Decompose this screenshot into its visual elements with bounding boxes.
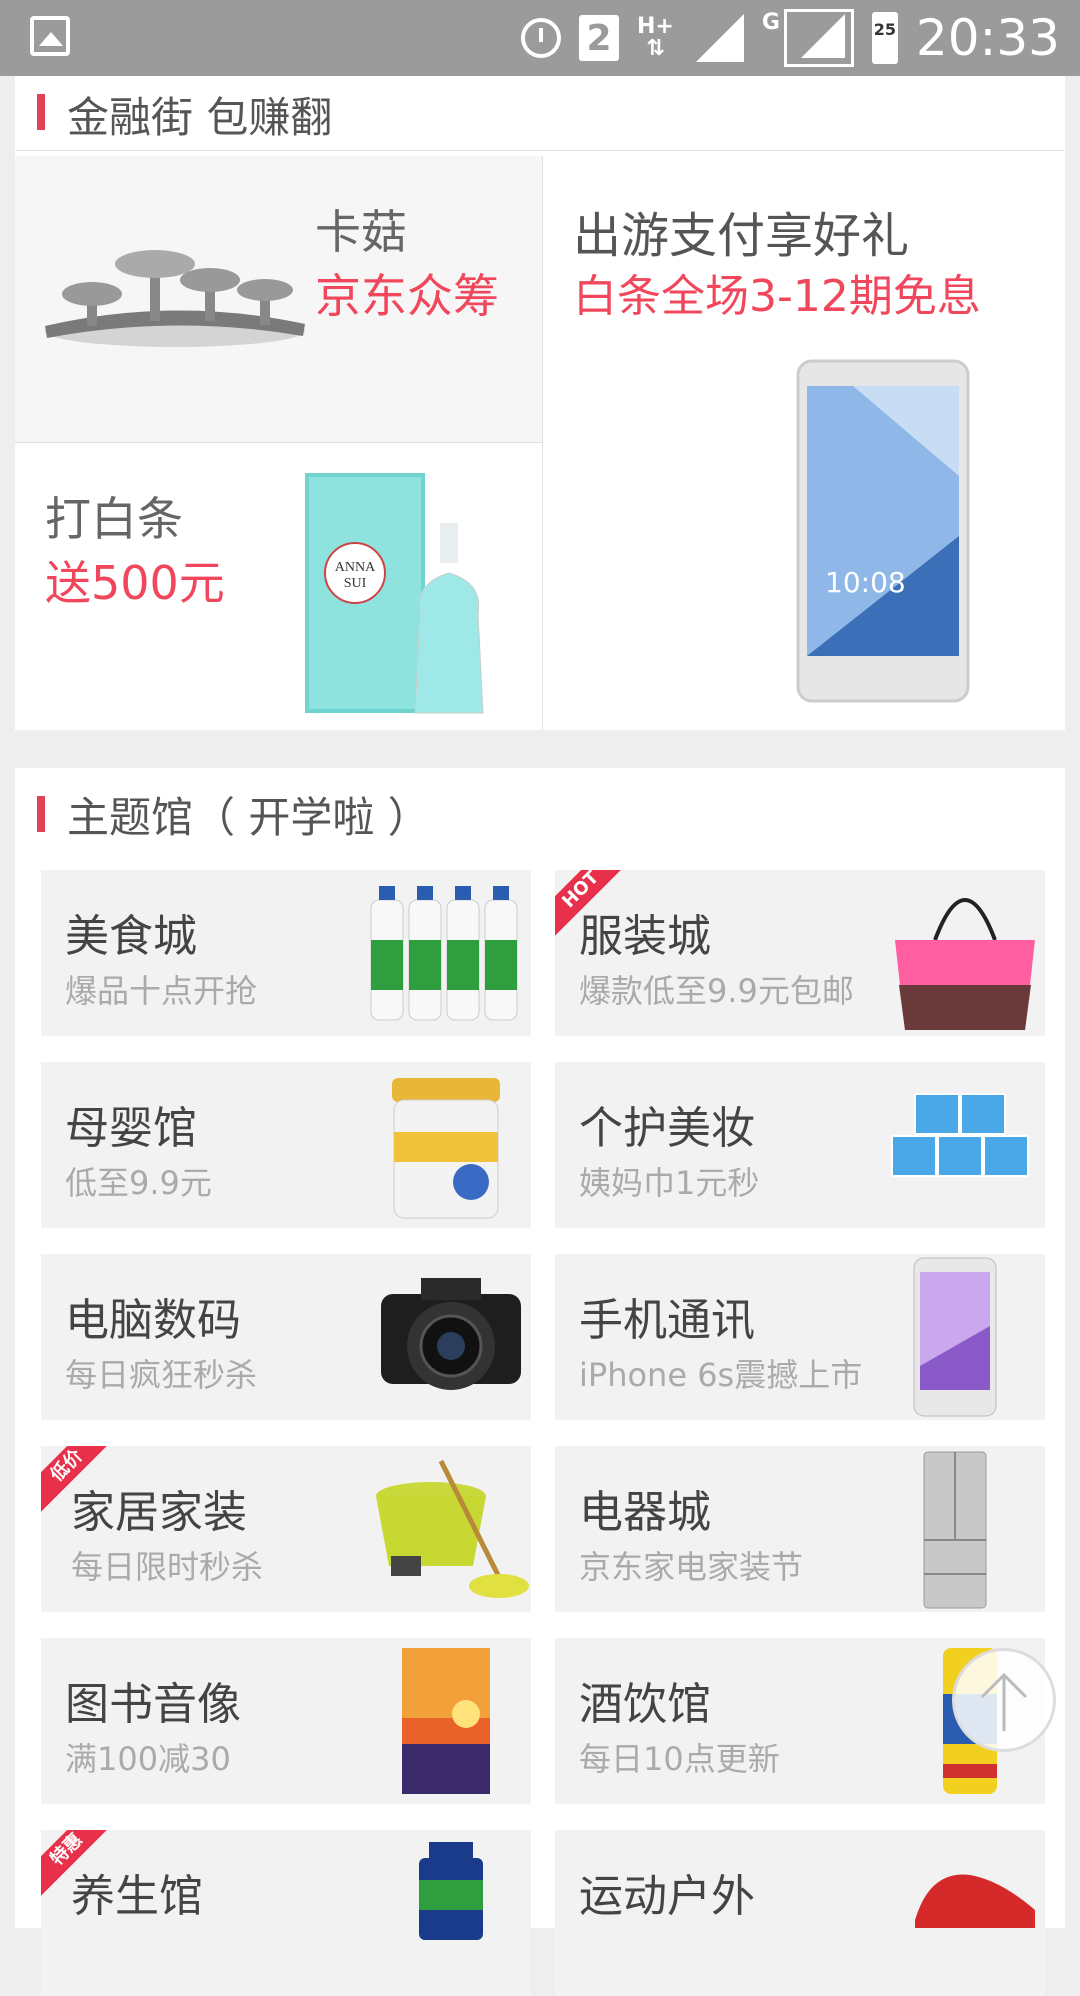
tile-name: 养生馆 <box>71 1871 203 1922</box>
tile-subtitle: iPhone 6s震撼上市 <box>579 1356 863 1394</box>
tile-computer[interactable]: 电脑数码 每日疯狂秒杀 <box>41 1254 531 1420</box>
supplement-bottle-image <box>419 1842 483 1940</box>
tile-name: 电脑数码 <box>65 1295 241 1346</box>
pads-packs-image <box>891 1093 1029 1177</box>
promo-travel-title: 出游支付享好礼 <box>573 208 910 264</box>
tile-subtitle: 低至9.9元 <box>65 1164 212 1202</box>
svg-text:SUI: SUI <box>344 576 367 591</box>
promo-kagu[interactable]: 卡菇 京东众筹 <box>15 156 543 443</box>
promo-baitiao-subtitle: 送500元 <box>45 556 225 610</box>
tile-name: 运动户外 <box>579 1871 755 1922</box>
formula-can-image <box>392 1078 500 1219</box>
theme-section: 主题馆（ 开学啦 ） 美食城 爆品十点开抢 HOT 服装城 爆款低至9.9元包邮… <box>15 768 1065 1996</box>
tile-name: 酒饮馆 <box>579 1679 711 1730</box>
promo-baitiao[interactable]: 打白条 送500元 ANNA SUI <box>15 443 543 730</box>
tile-home[interactable]: 低价 家居家装 每日限时秒杀 <box>41 1446 531 1612</box>
promo-kagu-subtitle: 京东众筹 <box>315 269 499 323</box>
signal-icon <box>692 14 744 62</box>
mushroom-stand-image <box>45 250 305 347</box>
tile-name: 美食城 <box>65 911 197 962</box>
tile-appliance[interactable]: 电器城 京东家电家装节 <box>555 1446 1045 1612</box>
book-image <box>402 1648 490 1794</box>
smartphone-image <box>913 1257 997 1417</box>
promo-travel-pay[interactable]: 出游支付享好礼 白条全场3-12期免息 10:08 <box>543 156 1065 730</box>
tile-subtitle: 姨妈巾1元秒 <box>579 1164 760 1202</box>
tile-subtitle: 爆款低至9.9元包邮 <box>579 972 854 1010</box>
tile-name: 母婴馆 <box>65 1103 197 1154</box>
handbag-image <box>895 898 1035 1030</box>
section-accent-bar <box>37 94 45 130</box>
phone-image <box>796 359 970 703</box>
hplus-network-icon: H+ ⇅ <box>636 14 674 61</box>
battery-icon: 25 <box>871 12 898 64</box>
tile-subtitle: 每日疯狂秒杀 <box>65 1356 258 1394</box>
promo-baitiao-title: 打白条 <box>45 492 183 546</box>
arrow-up-icon <box>980 1672 1028 1731</box>
section-accent-bar <box>37 796 45 832</box>
tile-mobile[interactable]: 手机通讯 iPhone 6s震撼上市 <box>555 1254 1045 1420</box>
perfume-image: ANNA SUI <box>305 473 484 714</box>
tile-name: 图书音像 <box>65 1679 241 1730</box>
promo-travel-subtitle: 白条全场3-12期免息 <box>573 271 981 322</box>
finance-section-title: 金融街 包赚翻 <box>67 93 333 142</box>
sneaker-image <box>915 1874 1035 1938</box>
scroll-to-top-button[interactable] <box>952 1648 1056 1752</box>
mop-bucket-image <box>376 1459 529 1598</box>
alarm-icon <box>520 18 561 58</box>
tile-subtitle: 满100减30 <box>65 1740 231 1778</box>
tile-subtitle: 京东家电家装节 <box>579 1548 804 1586</box>
theme-section-title: 主题馆（ 开学啦 ） <box>67 793 430 842</box>
promo-kagu-title: 卡菇 <box>315 205 407 259</box>
status-bar: 2 H+ ⇅ G 25 20:33 <box>0 0 1080 76</box>
tile-clothing[interactable]: HOT 服装城 爆款低至9.9元包邮 <box>555 870 1045 1036</box>
phone-screen-time: 10:08 <box>825 566 906 599</box>
signal-2-icon <box>783 9 854 67</box>
finance-section: 金融街 包赚翻 卡菇 京东众筹 打白条 送500元 ANNA SUI 出游支付享… <box>15 76 1065 730</box>
tile-subtitle: 每日限时秒杀 <box>71 1548 264 1586</box>
tile-subtitle: 每日10点更新 <box>579 1740 780 1778</box>
camera-image <box>381 1278 521 1390</box>
tile-beauty[interactable]: 个护美妆 姨妈巾1元秒 <box>555 1062 1045 1228</box>
tile-sports[interactable]: 运动户外 <box>555 1830 1045 1996</box>
tile-name: 电器城 <box>579 1487 711 1538</box>
tile-name: 服装城 <box>579 911 711 962</box>
tile-health[interactable]: 特惠 养生馆 <box>41 1830 531 1996</box>
sim-slot-icon: 2 <box>578 15 619 61</box>
theme-section-header: 主题馆（ 开学啦 ） <box>15 768 1065 848</box>
tile-food[interactable]: 美食城 爆品十点开抢 <box>41 870 531 1036</box>
finance-section-header: 金融街 包赚翻 <box>15 70 1065 151</box>
tile-name: 手机通讯 <box>579 1295 755 1346</box>
clock-time: 20:33 <box>915 9 1060 67</box>
tile-name: 个护美妆 <box>579 1103 755 1154</box>
tile-baby[interactable]: 母婴馆 低至9.9元 <box>41 1062 531 1228</box>
milk-bottles-image <box>370 886 518 1021</box>
g-network-icon: G <box>761 10 780 35</box>
gallery-notification-icon <box>30 16 70 56</box>
tile-name: 家居家装 <box>71 1487 247 1538</box>
tile-subtitle: 爆品十点开抢 <box>65 972 258 1010</box>
svg-text:ANNA: ANNA <box>335 560 376 575</box>
fridge-image <box>923 1451 987 1609</box>
tile-books[interactable]: 图书音像 满100减30 <box>41 1638 531 1804</box>
